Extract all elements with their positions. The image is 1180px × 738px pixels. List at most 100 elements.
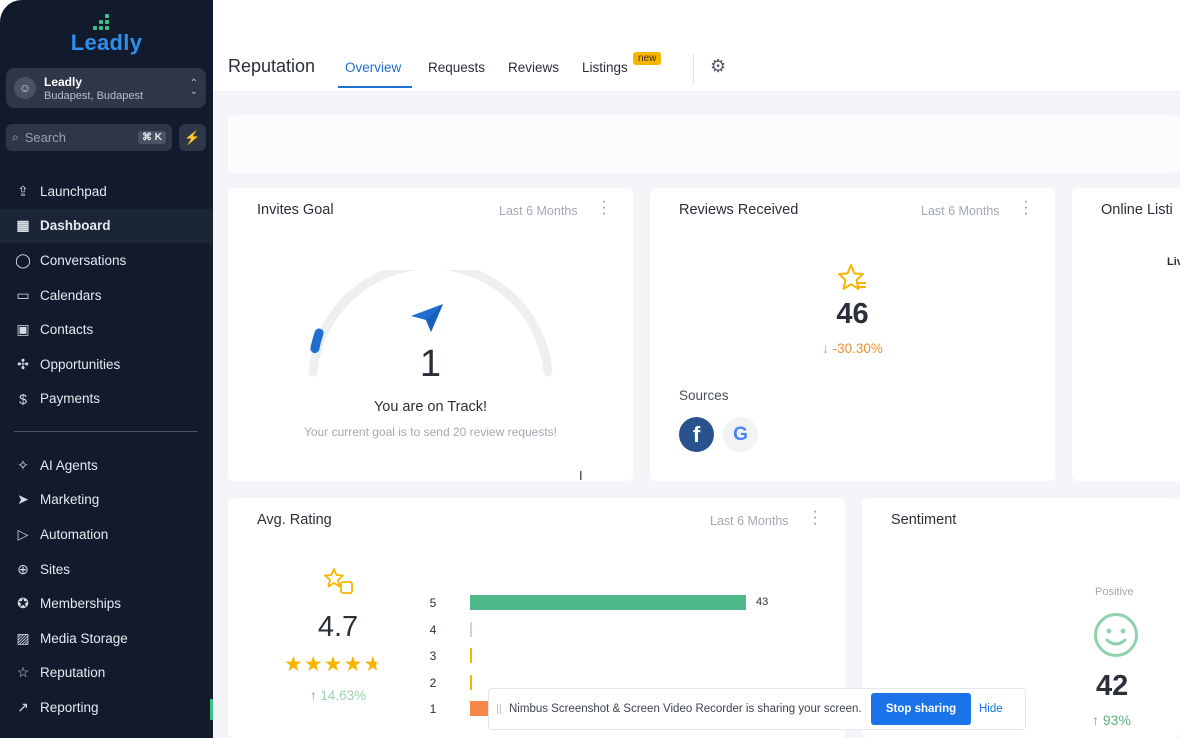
rating-level-label: 3: [429, 649, 437, 663]
date-range-label[interactable]: Last 6 Months: [921, 204, 1000, 218]
rating-level-label: 1: [429, 702, 437, 716]
account-avatar: ☺: [14, 77, 36, 99]
card-title: Sentiment: [891, 512, 957, 528]
sidebar-item-dashboard[interactable]: ▦ Dashboard: [0, 208, 213, 244]
search-icon: ⌕: [12, 130, 19, 144]
date-range-label[interactable]: Last 6 Months: [499, 204, 578, 218]
google-icon[interactable]: G: [723, 417, 758, 452]
sidebar-item-label: Dashboard: [40, 218, 111, 234]
sidebar-item-launchpad[interactable]: ⇪ Launchpad: [0, 174, 213, 209]
account-location: Budapest, Budapest: [44, 89, 144, 102]
more-menu-icon[interactable]: · · ·: [601, 194, 607, 222]
sidebar-item-conversations[interactable]: ◯ Conversations: [0, 243, 213, 278]
main-content: Reputation Overview Requests Reviews Lis…: [213, 0, 1180, 738]
network-icon: ✣: [17, 355, 29, 372]
sidebar-item-label: AI Agents: [40, 457, 98, 473]
rating-level-label: 4: [429, 622, 437, 637]
rating-bar[interactable]: [470, 595, 746, 610]
rating-bar[interactable]: [470, 648, 472, 663]
card-title: Reviews Received: [679, 202, 799, 218]
tab-overview[interactable]: Overview: [345, 60, 401, 75]
star-icon: ★: [343, 653, 363, 676]
avg-rating-change: ↑ 14.63%: [309, 688, 367, 703]
brand-logo[interactable]: Leadly: [0, 14, 213, 56]
sidebar-item-media-storage[interactable]: ▨ Media Storage: [0, 621, 213, 656]
rating-bar[interactable]: [470, 621, 472, 637]
search-input[interactable]: ⌕ Search ⌘ K: [6, 124, 172, 151]
sidebar-item-label: Contacts: [40, 322, 94, 338]
badge-icon: ✪: [17, 595, 29, 612]
invites-goal-note: Your current goal is to send 20 review r…: [303, 425, 558, 439]
sidebar-item-label: Media Storage: [40, 630, 128, 646]
invites-status: You are on Track!: [373, 399, 488, 415]
live-label: Liv: [1167, 256, 1180, 268]
card-title: Online Listi: [1101, 202, 1173, 218]
more-menu-icon[interactable]: · · ·: [812, 504, 818, 532]
filter-strip: [228, 115, 1180, 173]
sidebar-item-automation[interactable]: ▷ Automation: [0, 517, 213, 552]
brand-name: Leadly: [70, 30, 143, 55]
sidebar-item-opportunities[interactable]: ✣ Opportunities: [0, 347, 213, 382]
rating-stars: ★ ★ ★ ★ ★: [284, 653, 404, 676]
star-outline-icon: ☆: [16, 664, 30, 681]
sidebar-item-label: Opportunities: [40, 356, 121, 372]
online-listings-card: Online Listi Liv: [1072, 188, 1180, 481]
tab-requests[interactable]: Requests: [428, 60, 485, 75]
sidebar-item-label: Reputation: [40, 665, 106, 681]
sidebar-item-payments[interactable]: $ Payments: [0, 382, 213, 417]
sidebar-item-memberships[interactable]: ✪ Memberships: [0, 586, 213, 621]
sidebar-item-marketing[interactable]: ➤ Marketing: [0, 483, 213, 518]
paper-plane-icon: [411, 304, 443, 332]
nav-secondary: ✧ AI Agents ➤ Marketing ▷ Automation ⊕ Sites ✪ Me…: [0, 448, 213, 725]
stop-sharing-button[interactable]: Stop sharing: [871, 693, 971, 725]
sidebar-item-sites[interactable]: ⊕ Sites: [0, 552, 213, 587]
rocket-icon: ⇪: [17, 182, 29, 199]
sidebar-item-ai-agents[interactable]: ✧ AI Agents: [0, 448, 213, 483]
rating-level-label: 2: [429, 675, 437, 690]
sidebar-item-label: Conversations: [40, 252, 127, 268]
quick-actions-button[interactable]: ⚡: [179, 124, 206, 151]
star-list-icon: [838, 264, 866, 290]
sidebar-item-label: Payments: [40, 391, 101, 407]
sidebar-item-label: Sites: [40, 561, 71, 577]
sidebar-item-calendars[interactable]: ▭ Calendars: [0, 278, 213, 313]
account-switcher[interactable]: ☺ Leadly Budapest, Budapest ⌃ ⌄: [6, 68, 206, 108]
share-message: Nimbus Screenshot & Screen Video Recorde…: [509, 703, 862, 715]
sidebar-item-contacts[interactable]: ▣ Contacts: [0, 312, 213, 347]
page-header: Reputation Overview Requests Reviews Lis…: [213, 0, 1180, 92]
facebook-icon[interactable]: f: [679, 417, 714, 452]
lightning-icon: ⚡: [184, 129, 201, 145]
star-icon: ★: [284, 653, 303, 676]
drag-handle-icon[interactable]: ||: [489, 704, 509, 715]
receipt-icon: $: [19, 390, 27, 407]
sidebar-item-reputation[interactable]: ☆ Reputation: [0, 656, 213, 691]
contacts-icon: ▣: [16, 321, 30, 338]
rating-bar[interactable]: [470, 674, 472, 690]
sidebar-divider: [14, 431, 198, 432]
sidebar: Leadly ☺ Leadly Budapest, Budapest ⌃ ⌄ ⌕ …: [0, 0, 213, 738]
new-badge: new: [633, 52, 662, 65]
tab-listings[interactable]: Listings: [582, 60, 628, 75]
sidebar-item-reporting[interactable]: ↗ Reporting: [0, 690, 213, 725]
rating-bar-value: 43: [756, 596, 769, 608]
sidebar-item-label: Launchpad: [40, 183, 107, 199]
text-cursor-icon: I: [579, 468, 583, 483]
star-icon: ★: [323, 653, 343, 676]
settings-gear-icon[interactable]: ⚙: [710, 56, 726, 77]
card-title: Avg. Rating: [257, 512, 332, 528]
rating-stars-icon: [324, 568, 353, 594]
trend-up-icon: ↗: [17, 698, 29, 715]
positive-label: Positive: [1095, 586, 1134, 598]
active-tab-indicator: [338, 86, 412, 88]
play-circle-icon: ▷: [17, 525, 29, 542]
search-placeholder: Search: [24, 130, 66, 145]
tab-reviews[interactable]: Reviews: [508, 60, 559, 75]
more-menu-icon[interactable]: · · ·: [1023, 194, 1029, 222]
rating-bar[interactable]: [470, 701, 490, 716]
chevron-up-down-icon: ⌃ ⌄: [189, 78, 198, 97]
sidebar-item-label: Marketing: [40, 492, 100, 508]
sparkles-icon: ✧: [17, 456, 29, 473]
smiley-icon: [1094, 613, 1138, 657]
hide-button[interactable]: Hide: [979, 703, 1013, 715]
date-range-label[interactable]: Last 6 Months: [710, 514, 789, 528]
